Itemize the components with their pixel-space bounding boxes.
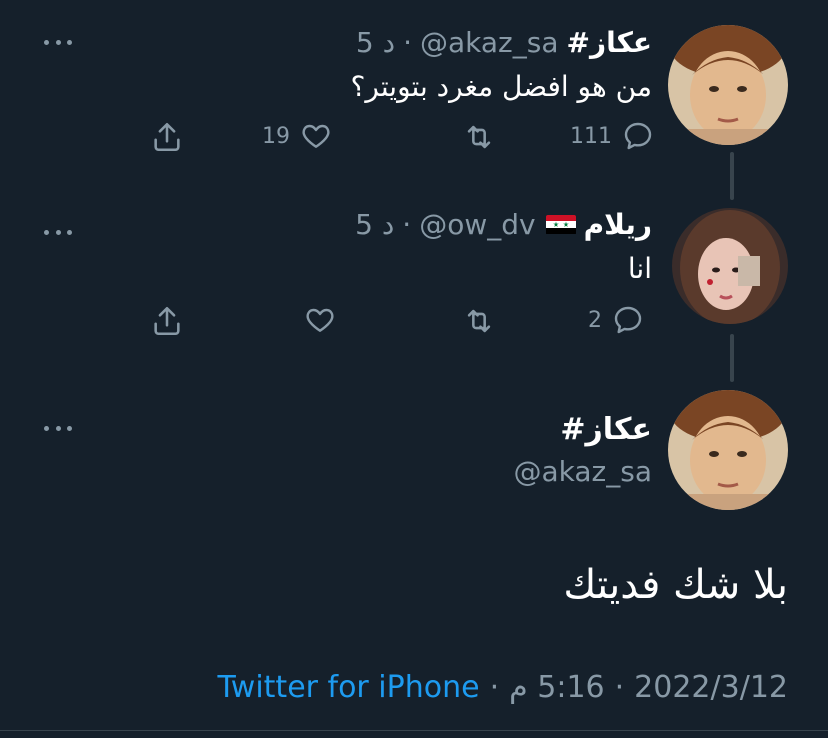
handle[interactable]: @akaz_sa xyxy=(420,26,558,59)
tweet-actions: 2 xyxy=(0,304,828,344)
retweet-icon xyxy=(462,120,496,154)
reply-count: 111 xyxy=(570,123,612,149)
timestamp[interactable]: 5 د xyxy=(355,208,394,241)
display-name[interactable]: #عكاز xyxy=(560,412,652,447)
tweet-header: ريلام @ow_dv · 5 د xyxy=(355,208,652,241)
heart-icon xyxy=(300,120,332,152)
reply-button[interactable]: 111 xyxy=(570,120,654,152)
heart-icon xyxy=(304,304,336,336)
tweet-1[interactable]: #عكاز @akaz_sa · 5 د من هو افضل مغرد بتو… xyxy=(0,0,828,190)
divider xyxy=(0,730,828,731)
dot-icon xyxy=(67,425,72,431)
tweet-text: من هو افضل مغرد بتويتر؟ xyxy=(350,70,652,103)
source-link[interactable]: Twitter for iPhone xyxy=(217,670,479,705)
retweet-icon xyxy=(462,304,496,338)
retweet-button[interactable] xyxy=(462,120,496,154)
tweet-text: انا xyxy=(627,252,652,285)
reply-icon xyxy=(622,120,654,152)
reply-icon xyxy=(612,304,644,336)
dot-icon xyxy=(55,425,61,431)
share-icon xyxy=(150,304,184,338)
more-options-button[interactable] xyxy=(40,418,76,438)
share-button[interactable] xyxy=(150,304,184,338)
dot-icon xyxy=(44,39,49,45)
tweet-metadata: 2022/3/12 · 5:16 م · Twitter for iPhone xyxy=(217,670,788,705)
reply-count: 2 xyxy=(588,307,602,333)
tweet-text: بلا شك فديتك xyxy=(563,562,788,608)
reply-button[interactable]: 2 xyxy=(588,304,644,336)
separator-dot: · xyxy=(402,208,412,241)
retweet-button[interactable] xyxy=(462,304,496,338)
timestamp[interactable]: 5 د xyxy=(356,26,395,59)
handle[interactable]: @ow_dv xyxy=(419,208,535,241)
more-options-button[interactable] xyxy=(40,32,76,52)
avatar[interactable] xyxy=(668,390,788,510)
dot-icon xyxy=(67,39,72,45)
tweet-header: #عكاز @akaz_sa · 5 د xyxy=(356,26,652,59)
share-icon xyxy=(150,120,184,154)
dot-icon xyxy=(44,425,49,431)
more-options-button[interactable] xyxy=(40,222,76,242)
separator-dot: · xyxy=(489,670,500,705)
like-button[interactable]: 19 xyxy=(262,120,332,152)
tweet-date: 2022/3/12 xyxy=(634,670,788,705)
thread-line xyxy=(730,334,734,382)
like-count: 19 xyxy=(262,123,290,149)
dot-icon xyxy=(55,39,61,45)
syria-flag-icon xyxy=(545,214,576,235)
display-name[interactable]: ريلام xyxy=(584,208,652,241)
handle[interactable]: @akaz_sa xyxy=(514,455,652,488)
dot-icon xyxy=(67,229,72,235)
separator-dot: · xyxy=(614,670,625,705)
tweet-time: 5:16 م xyxy=(509,670,605,705)
tweet-2[interactable]: ريلام @ow_dv · 5 د انا 2 xyxy=(0,190,828,380)
tweet-actions: 111 19 xyxy=(0,120,828,160)
dot-icon xyxy=(55,229,61,235)
display-name[interactable]: #عكاز xyxy=(566,26,652,59)
share-button[interactable] xyxy=(150,120,184,154)
dot-icon xyxy=(44,229,49,235)
separator-dot: · xyxy=(403,26,412,59)
like-button[interactable] xyxy=(304,304,336,336)
